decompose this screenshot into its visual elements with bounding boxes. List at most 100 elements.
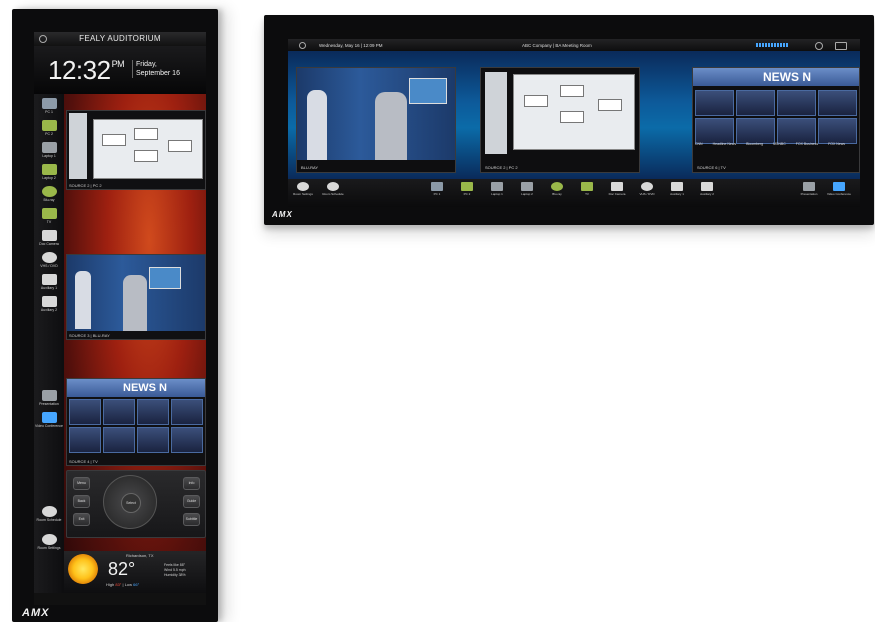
volume-level-bar[interactable] — [756, 43, 788, 47]
weather-city: Richardson, TX — [126, 553, 154, 558]
date-weekday: Friday, — [136, 61, 157, 68]
channel-thumb[interactable] — [69, 399, 101, 425]
diagram-box — [134, 128, 158, 140]
weather-details: Feels like 88° Wind 5.5 mph Humidity 38% — [164, 563, 186, 578]
bar-button-room-settings[interactable]: Room Settings — [290, 182, 316, 196]
bar-button-presentation[interactable]: Presentation — [796, 182, 822, 196]
info-button[interactable]: Info — [183, 477, 200, 490]
dpad[interactable]: Select — [103, 475, 157, 529]
channel-label: Headline News — [712, 142, 737, 146]
bar-button-laptop-2[interactable]: Laptop 2 — [514, 182, 540, 196]
channel-thumb[interactable] — [818, 118, 857, 144]
sidebar-source-auxiliary-1[interactable]: Auxiliary 1 — [34, 274, 64, 291]
bar-button-blu-ray[interactable]: Blu-ray — [544, 182, 570, 196]
preview-tile-bluray[interactable]: SOURCE 3 | BLU-RAY — [66, 254, 206, 340]
bar-button-vhs-dvd[interactable]: VHS / DVD — [634, 182, 660, 196]
bar-button-laptop-1[interactable]: Laptop 1 — [484, 182, 510, 196]
button-label: TV — [585, 192, 589, 196]
landscape-touch-panel: Wednesday, May 16 | 12:09 PM ABC Company… — [264, 15, 874, 225]
sidebar-source-pc-1[interactable]: PC 1 — [34, 98, 64, 115]
news-channel-grid — [695, 90, 857, 144]
channel-thumb[interactable] — [137, 399, 169, 425]
preview-tile-pc2[interactable]: SOURCE 2 | PC 2 — [480, 67, 640, 173]
exit-button[interactable]: Exit — [73, 513, 90, 526]
channel-thumb[interactable] — [777, 118, 816, 144]
channel-thumb[interactable] — [736, 118, 775, 144]
bar-button-pc-1[interactable]: PC 1 — [424, 182, 450, 196]
menu-button[interactable]: Menu — [73, 477, 90, 490]
projector-icon[interactable] — [835, 42, 847, 50]
channel-label: FOX News — [828, 142, 846, 146]
bar-button-doc-camera[interactable]: Doc Camera — [604, 182, 630, 196]
preview-tile-pc2[interactable]: SOURCE 2 | PC 2 — [66, 110, 206, 190]
news-banner: NEWS N — [693, 68, 859, 86]
presentation-icon — [41, 390, 57, 401]
power-icon[interactable] — [299, 42, 306, 49]
channel-thumb[interactable] — [695, 90, 734, 116]
weather-humidity: Humidity 38% — [164, 573, 186, 577]
bar-button-auxiliary-1[interactable]: Auxiliary 1 — [664, 182, 690, 196]
portrait-preview-area: SOURCE 2 | PC 2 SOURCE 3 | BLU-RAY NEWS … — [64, 94, 206, 580]
preview-tile-tv[interactable]: NEWS N CNN Headline News Bloomberg MSNBC… — [692, 67, 860, 173]
room-title: ABC Company | BA Meeting Room — [522, 43, 592, 48]
channel-thumb[interactable] — [736, 90, 775, 116]
sidebar-source-vhs-dvd[interactable]: VHS / DVD — [34, 252, 64, 269]
sidebar-source-tv[interactable]: TV — [34, 208, 64, 225]
pc-icon — [461, 182, 473, 191]
source-label: Doc Camera — [39, 242, 59, 246]
source-label: Blu-ray — [43, 198, 55, 202]
laptop-icon — [41, 164, 57, 175]
room-title: FEALY AUDITORIUM — [79, 34, 161, 43]
sidebar-source-blu-ray[interactable]: Blu-ray — [34, 186, 64, 203]
source-label: PC 2 — [45, 132, 53, 136]
source-label: Room Settings — [37, 546, 61, 550]
mute-icon[interactable] — [815, 42, 823, 50]
video-conference-icon — [41, 412, 57, 423]
tile-caption: SOURCE 4 | TV — [69, 459, 98, 464]
button-label: VHS / DVD — [639, 192, 655, 196]
back-button[interactable]: Back — [73, 495, 90, 508]
bar-button-pc-2[interactable]: PC 2 — [454, 182, 480, 196]
bar-button-room-schedule[interactable]: Room Schedule — [320, 182, 346, 196]
cable-icon — [671, 182, 683, 191]
bar-button-auxiliary-2[interactable]: Auxiliary 2 — [694, 182, 720, 196]
sidebar-source-pc-2[interactable]: PC 2 — [34, 120, 64, 137]
channel-thumb[interactable] — [171, 399, 203, 425]
select-button[interactable]: Select — [121, 493, 141, 513]
amx-logo: AMX — [22, 607, 50, 619]
channel-thumb[interactable] — [103, 399, 135, 425]
sun-icon — [68, 554, 98, 584]
button-label: Video Conference — [827, 192, 851, 196]
bar-button-video-conference[interactable]: Video Conference — [826, 182, 852, 196]
channel-label: MSNBC — [773, 142, 786, 146]
button-label: Blu-ray — [552, 192, 562, 196]
source-label: Auxiliary 2 — [40, 308, 58, 312]
sidebar-source-doc-camera[interactable]: Doc Camera — [34, 230, 64, 247]
bar-button-tv[interactable]: TV — [574, 182, 600, 196]
channel-thumb[interactable] — [777, 90, 816, 116]
portrait-touch-panel: FEALY AUDITORIUM 12:32PM Friday, Septembe… — [12, 9, 218, 622]
channel-thumb[interactable] — [69, 427, 101, 453]
pc-icon — [41, 120, 57, 131]
sidebar-source-laptop-1[interactable]: Laptop 1 — [34, 142, 64, 159]
clock-display: 12:32PM Friday, September 16 — [34, 46, 206, 94]
slide-thumbnails — [485, 72, 507, 154]
source-label: Video Conference — [35, 424, 63, 428]
channel-thumb[interactable] — [818, 90, 857, 116]
channel-thumb[interactable] — [171, 427, 203, 453]
preview-tile-tv[interactable]: NEWS N SOURCE 4 | TV — [66, 378, 206, 466]
sidebar-source-presentation[interactable]: Presentation — [34, 390, 64, 407]
channel-thumb[interactable] — [695, 118, 734, 144]
channel-thumb[interactable] — [103, 427, 135, 453]
sidebar-source-room-settings[interactable]: Room Settings — [34, 534, 64, 551]
sidebar-source-auxiliary-2[interactable]: Auxiliary 2 — [34, 296, 64, 313]
subtitle-button[interactable]: Subtitle — [183, 513, 200, 526]
tile-caption: SOURCE 2 | PC 2 — [485, 165, 518, 170]
preview-tile-bluray[interactable]: BLU-RAY — [296, 67, 456, 173]
sidebar-source-video-conference[interactable]: Video Conference — [34, 412, 64, 429]
guide-button[interactable]: Guide — [183, 495, 200, 508]
sidebar-source-laptop-2[interactable]: Laptop 2 — [34, 164, 64, 181]
channel-thumb[interactable] — [137, 427, 169, 453]
source-label: Laptop 1 — [42, 154, 56, 158]
sidebar-source-room-schedule[interactable]: Room Schedule — [34, 506, 64, 523]
